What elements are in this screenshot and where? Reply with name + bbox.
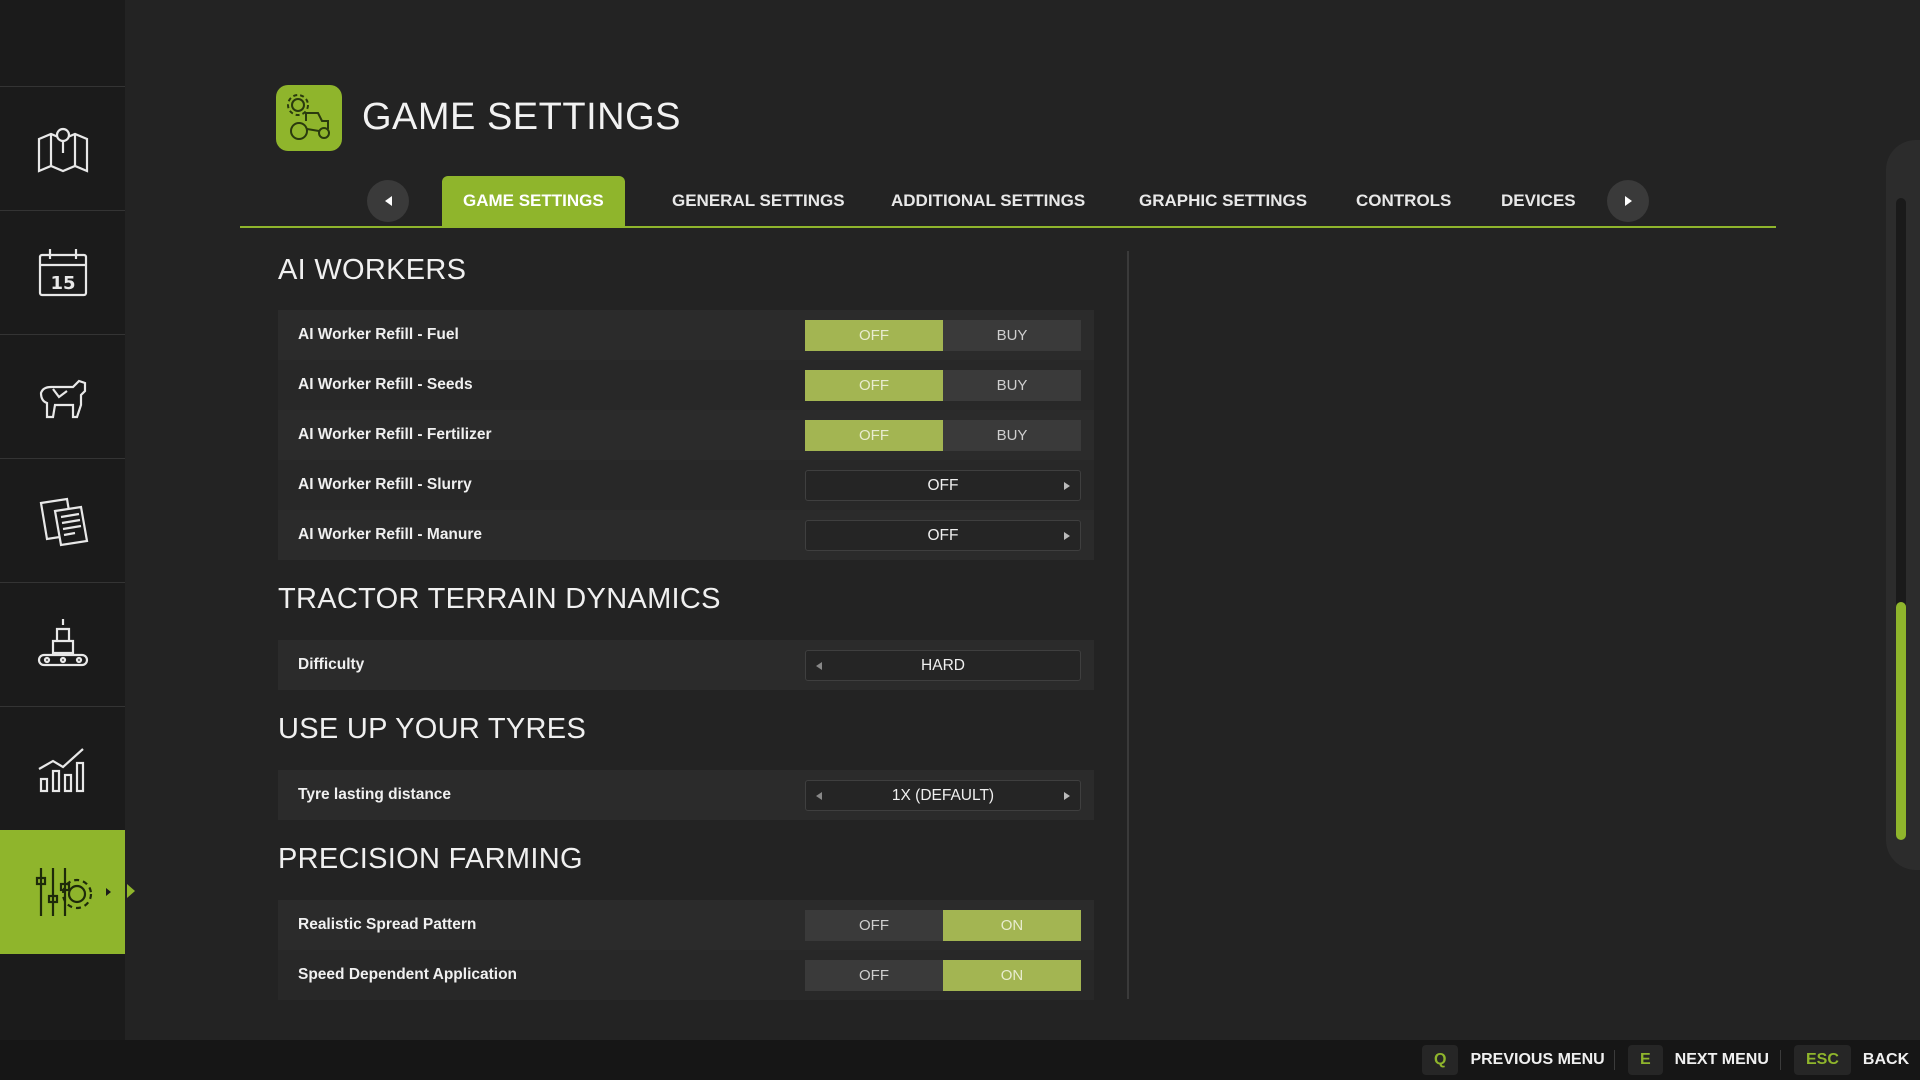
hint-next-menu[interactable]: E NEXT MENU: [1628, 1045, 1769, 1075]
sidebar-item-calendar[interactable]: 15: [0, 210, 125, 334]
option-off[interactable]: OFF: [805, 420, 943, 451]
arrow-left-icon: [384, 196, 392, 206]
arrow-right-icon[interactable]: [1064, 532, 1070, 540]
section-title-ai-workers: AI WORKERS: [278, 254, 467, 286]
key-esc: ESC: [1794, 1045, 1851, 1075]
setting-row: Realistic Spread Pattern OFF ON: [278, 900, 1094, 950]
tab-graphic-settings[interactable]: GRAPHIC SETTINGS: [1118, 176, 1328, 226]
active-caret: [127, 884, 135, 898]
section-title-terrain: TRACTOR TERRAIN DYNAMICS: [278, 583, 721, 615]
option-off[interactable]: OFF: [805, 910, 943, 941]
spread-pattern-toggle[interactable]: OFF ON: [805, 910, 1081, 941]
speed-application-toggle[interactable]: OFF ON: [805, 960, 1081, 991]
hint-separator: [1614, 1050, 1615, 1070]
arrow-left-icon[interactable]: [816, 662, 822, 670]
animals-icon: [39, 379, 86, 418]
tyre-distance-selector[interactable]: 1X (DEFAULT): [805, 780, 1081, 811]
setting-row: AI Worker Refill - Fuel OFF BUY: [278, 310, 1094, 360]
hint-previous-menu[interactable]: Q PREVIOUS MENU: [1422, 1045, 1605, 1075]
key-e: E: [1628, 1045, 1663, 1075]
option-buy[interactable]: BUY: [943, 370, 1081, 401]
calendar-icon: 15: [38, 248, 87, 296]
seeds-refill-toggle[interactable]: OFF BUY: [805, 370, 1081, 401]
tab-controls[interactable]: CONTROLS: [1335, 176, 1472, 226]
hint-back[interactable]: ESC BACK: [1794, 1045, 1909, 1075]
active-caret-inner: [106, 888, 111, 896]
setting-row: Speed Dependent Application OFF ON: [278, 950, 1094, 1000]
footer-hints: Q PREVIOUS MENU E NEXT MENU ESC BACK: [0, 1040, 1920, 1080]
key-q: Q: [1422, 1045, 1459, 1075]
map-icon: [37, 127, 88, 173]
setting-label: AI Worker Refill - Seeds: [298, 376, 473, 393]
setting-label: Speed Dependent Application: [298, 966, 518, 983]
fertilizer-refill-toggle[interactable]: OFF BUY: [805, 420, 1081, 451]
sidebar-item-statistics[interactable]: [0, 706, 125, 830]
tab-devices[interactable]: DEVICES: [1480, 176, 1597, 226]
setting-row: Tyre lasting distance 1X (DEFAULT): [278, 770, 1094, 820]
tab-additional-settings[interactable]: ADDITIONAL SETTINGS: [870, 176, 1106, 226]
hint-label: NEXT MENU: [1674, 1051, 1769, 1068]
header-tractor-gear-icon: [276, 85, 342, 151]
setting-row: AI Worker Refill - Fertilizer OFF BUY: [278, 410, 1094, 460]
option-off[interactable]: OFF: [805, 960, 943, 991]
setting-row: AI Worker Refill - Manure OFF: [278, 510, 1094, 560]
section-title-precision: PRECISION FARMING: [278, 843, 583, 875]
selector-value: OFF: [927, 476, 959, 494]
setting-row: AI Worker Refill - Slurry OFF: [278, 460, 1094, 510]
difficulty-selector[interactable]: HARD: [805, 650, 1081, 681]
setting-row: AI Worker Refill - Seeds OFF BUY: [278, 360, 1094, 410]
tab-next-button[interactable]: [1607, 180, 1649, 222]
arrow-right-icon[interactable]: [1064, 792, 1070, 800]
tab-bar: GAME SETTINGS GENERAL SETTINGS ADDITIONA…: [240, 176, 1776, 228]
setting-label: Realistic Spread Pattern: [298, 916, 477, 933]
contracts-icon: [39, 497, 88, 546]
setting-label: Tyre lasting distance: [298, 786, 452, 803]
setting-row: Difficulty HARD: [278, 640, 1094, 690]
sidebar-item-contracts[interactable]: [0, 458, 125, 582]
hint-separator: [1780, 1050, 1781, 1070]
option-on[interactable]: ON: [943, 960, 1081, 991]
selector-value: HARD: [921, 656, 965, 674]
setting-label: AI Worker Refill - Fuel: [298, 326, 459, 343]
tab-prev-button[interactable]: [367, 180, 409, 222]
option-buy[interactable]: BUY: [943, 320, 1081, 351]
arrow-left-icon[interactable]: [816, 792, 822, 800]
option-on[interactable]: ON: [943, 910, 1081, 941]
tab-general-settings[interactable]: GENERAL SETTINGS: [651, 176, 866, 226]
option-buy[interactable]: BUY: [943, 420, 1081, 451]
option-off[interactable]: OFF: [805, 320, 943, 351]
calendar-day: 15: [50, 273, 75, 294]
section-title-tyres: USE UP YOUR TYRES: [278, 713, 587, 745]
column-divider: [1127, 251, 1129, 999]
selector-value: 1X (DEFAULT): [891, 786, 995, 804]
option-off[interactable]: OFF: [805, 370, 943, 401]
sidebar-item-animals[interactable]: [0, 334, 125, 458]
hint-label: PREVIOUS MENU: [1470, 1051, 1605, 1068]
fuel-refill-toggle[interactable]: OFF BUY: [805, 320, 1081, 351]
hint-label: BACK: [1862, 1051, 1910, 1068]
sidebar-item-settings[interactable]: [0, 830, 135, 954]
setting-label: AI Worker Refill - Manure: [298, 526, 483, 543]
page-title: GAME SETTINGS: [362, 96, 681, 138]
sidebar-item-map[interactable]: [0, 86, 125, 210]
scrollbar-thumb[interactable]: [1896, 602, 1906, 840]
statistics-icon: [37, 747, 84, 792]
production-icon: [37, 618, 88, 666]
sidebar-item-production[interactable]: [0, 582, 125, 706]
manure-refill-selector[interactable]: OFF: [805, 520, 1081, 551]
selector-value: OFF: [927, 526, 959, 544]
setting-label: Difficulty: [298, 656, 365, 673]
setting-label: AI Worker Refill - Slurry: [298, 476, 472, 493]
arrow-right-icon[interactable]: [1064, 482, 1070, 490]
sidebar: 15: [0, 0, 135, 1040]
arrow-right-icon: [1624, 196, 1632, 206]
slurry-refill-selector[interactable]: OFF: [805, 470, 1081, 501]
tab-game-settings[interactable]: GAME SETTINGS: [442, 176, 625, 226]
settings-icon: [35, 868, 92, 916]
setting-label: AI Worker Refill - Fertilizer: [298, 426, 492, 443]
